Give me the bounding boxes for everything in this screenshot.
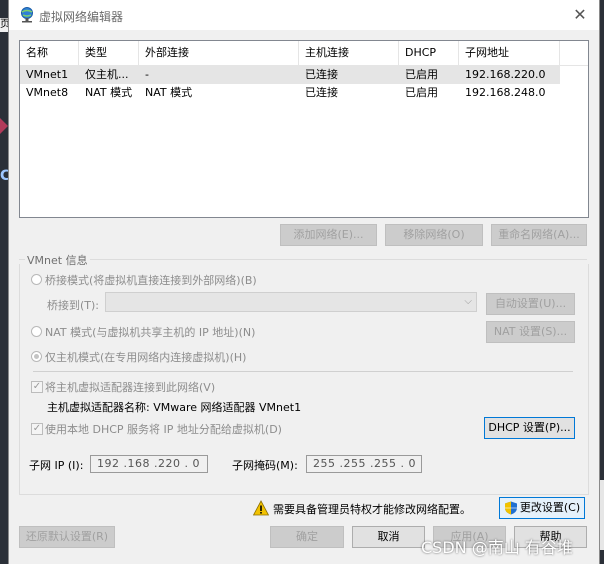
vmnet-info-title: VMnet 信息 xyxy=(25,252,90,268)
dhcp-settings-button[interactable]: DHCP 设置(P)... xyxy=(484,417,575,439)
cell-type: NAT 模式 xyxy=(85,86,133,99)
subnet-mask-label: 子网掩码(M): xyxy=(232,459,298,472)
chevron-down-icon: ⌵ xyxy=(464,296,472,307)
host-only-label[interactable]: 仅主机模式(在专用网络内连接虚拟机)(H) xyxy=(45,349,246,365)
network-list[interactable]: 名称 类型 外部连接 主机连接 DHCP 子网地址 VMnet1 仅主机... … xyxy=(19,40,589,218)
close-icon[interactable]: ✕ xyxy=(569,4,591,26)
rename-network-button[interactable]: 重命名网络(A)... xyxy=(491,224,587,246)
bridge-to-select[interactable]: ⌵ xyxy=(105,292,477,312)
connect-adapter-checkbox[interactable]: ✓ xyxy=(31,381,43,393)
title-bar[interactable]: 虚拟网络编辑器 ✕ xyxy=(9,0,599,30)
cell-host: 已连接 xyxy=(305,68,338,81)
add-network-button[interactable]: 添加网络(E)... xyxy=(280,224,377,246)
column-header-name[interactable]: 名称 xyxy=(20,41,79,65)
dhcp-label[interactable]: 使用本地 DHCP 服务将 IP 地址分配给虚拟机(D) xyxy=(45,421,282,437)
connect-adapter-label[interactable]: 将主机虚拟适配器连接到此网络(V) xyxy=(45,379,215,395)
subnet-mask-field[interactable]: 255 .255 .255 . 0 xyxy=(306,455,422,473)
column-header-external[interactable]: 外部连接 xyxy=(139,41,299,65)
table-row[interactable]: VMnet8 NAT 模式 NAT 模式 已连接 已启用 192.168.248… xyxy=(20,84,560,102)
warning-icon xyxy=(253,500,269,516)
cell-type: 仅主机... xyxy=(85,68,129,81)
column-header-subnet[interactable]: 子网地址 xyxy=(459,41,560,65)
cancel-button[interactable]: 取消 xyxy=(352,526,425,548)
column-header-host[interactable]: 主机连接 xyxy=(299,41,399,65)
remove-network-button[interactable]: 移除网络(O) xyxy=(385,224,483,246)
table-row[interactable]: VMnet1 仅主机... - 已连接 已启用 192.168.220.0 xyxy=(20,66,560,84)
virtual-network-editor-dialog: 虚拟网络编辑器 ✕ 名称 类型 外部连接 主机连接 DHCP 子网地址 VMne… xyxy=(8,0,600,564)
cell-external: - xyxy=(145,68,149,81)
auto-settings-button[interactable]: 自动设置(U)... xyxy=(486,293,575,315)
subnet-ip-label: 子网 IP (I): xyxy=(29,459,84,472)
cell-host: 已连接 xyxy=(305,86,338,99)
bridge-mode-radio[interactable] xyxy=(31,274,42,285)
cell-subnet: 192.168.248.0 xyxy=(465,86,546,99)
divider xyxy=(33,371,573,372)
cell-subnet: 192.168.220.0 xyxy=(465,68,546,81)
column-header-dhcp[interactable]: DHCP xyxy=(399,41,459,65)
ok-button[interactable]: 确定 xyxy=(270,526,344,548)
restore-defaults-button[interactable]: 还原默认设置(R) xyxy=(19,526,115,548)
column-header-type[interactable]: 类型 xyxy=(79,41,139,65)
background-shape xyxy=(0,118,8,134)
cell-external: NAT 模式 xyxy=(145,86,193,99)
window-title: 虚拟网络编辑器 xyxy=(39,10,124,24)
cell-name: VMnet1 xyxy=(26,68,69,81)
nat-mode-radio[interactable] xyxy=(31,326,42,337)
adapter-name-text: 主机虚拟适配器名称: VMware 网络适配器 VMnet1 xyxy=(47,401,302,414)
network-globe-icon xyxy=(21,7,33,23)
nat-settings-button[interactable]: NAT 设置(S)... xyxy=(486,321,575,343)
dhcp-checkbox[interactable]: ✓ xyxy=(31,423,43,435)
change-settings-button[interactable]: 更改设置(C) xyxy=(499,497,585,519)
cell-dhcp: 已启用 xyxy=(405,68,438,81)
cell-name: VMnet8 xyxy=(26,86,69,99)
host-only-radio[interactable] xyxy=(31,351,42,362)
subnet-ip-field[interactable]: 192 .168 .220 . 0 xyxy=(90,455,208,473)
bridge-to-label: 桥接到(T): xyxy=(47,299,100,312)
bridge-mode-label[interactable]: 桥接模式(将虚拟机直接连接到外部网络)(B) xyxy=(45,272,257,288)
admin-notice-text: 需要具备管理员特权才能修改网络配置。 xyxy=(273,503,471,516)
csdn-watermark: CSDN @南山 有谷堆 xyxy=(421,538,573,557)
change-settings-label: 更改设置(C) xyxy=(519,501,581,514)
cell-dhcp: 已启用 xyxy=(405,86,438,99)
nat-mode-label[interactable]: NAT 模式(与虚拟机共享主机的 IP 地址)(N) xyxy=(45,324,255,340)
uac-shield-icon xyxy=(504,501,517,515)
